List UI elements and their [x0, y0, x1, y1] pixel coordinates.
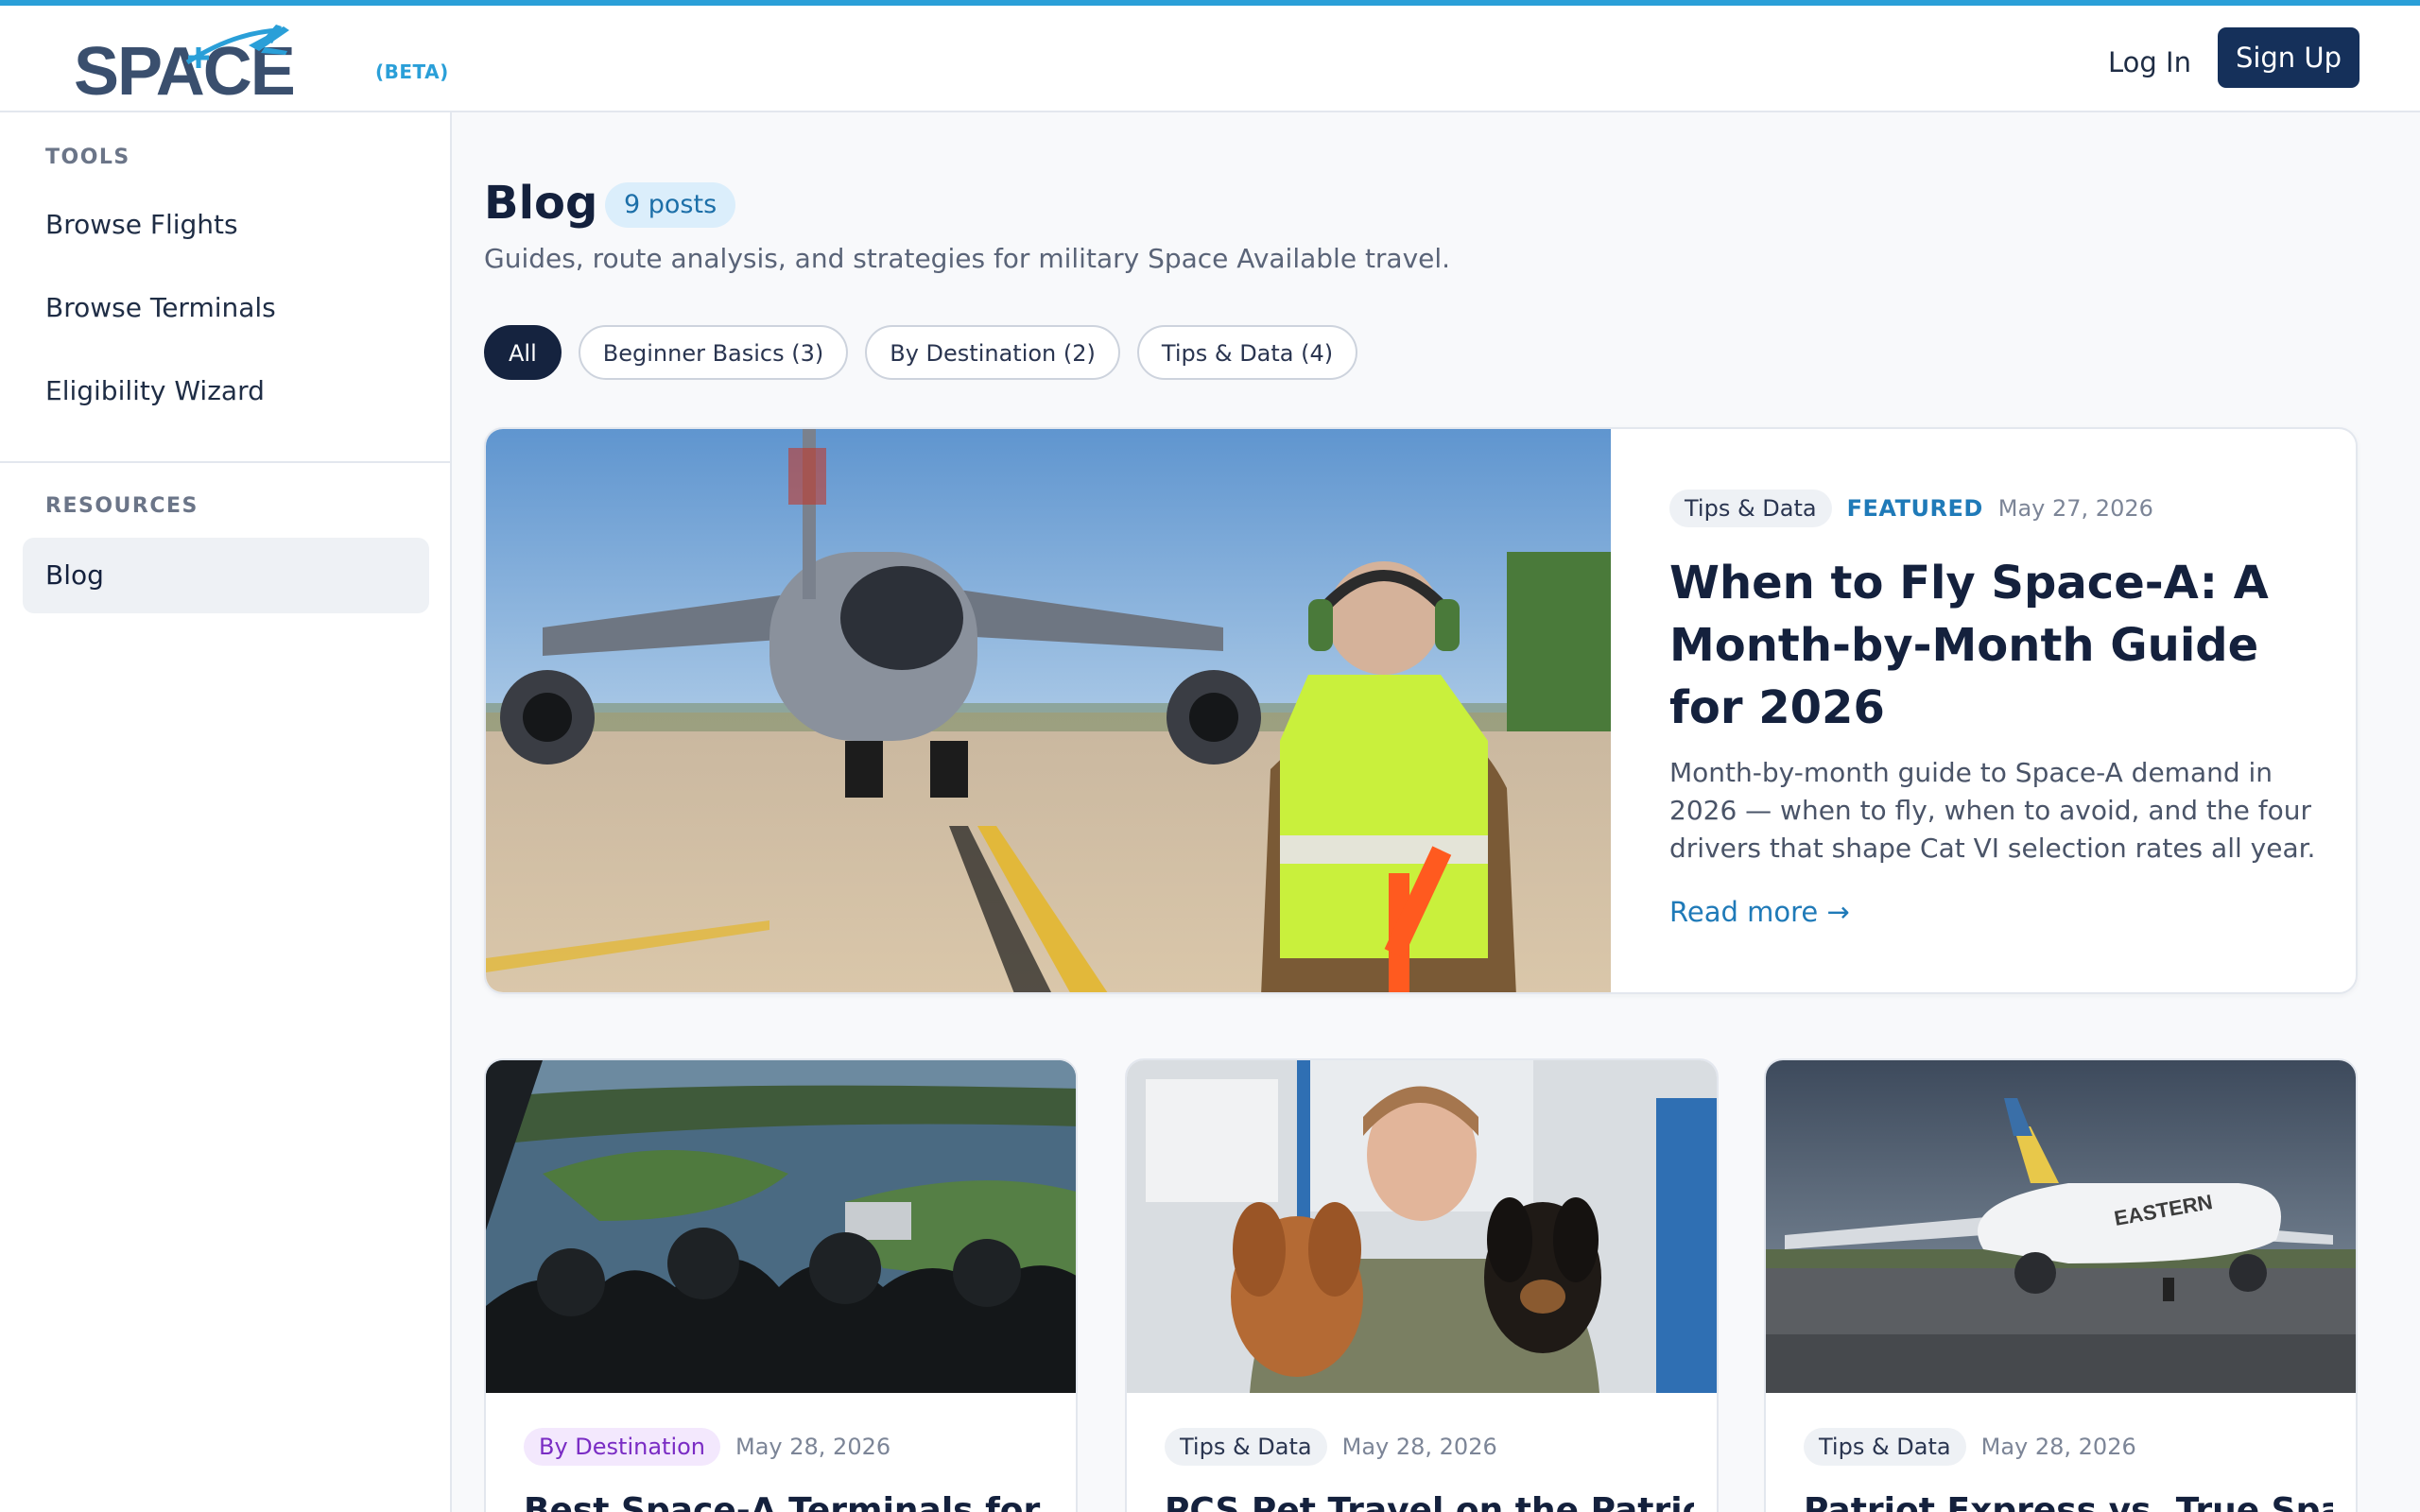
post-card-image[interactable]: EASTERN: [1766, 1060, 2356, 1393]
post-date: May 28, 2026: [1980, 1434, 2136, 1460]
featured-label: FEATURED: [1846, 495, 1983, 522]
post-card-meta: Tips & Data May 28, 2026: [1804, 1428, 2136, 1466]
signup-button[interactable]: Sign Up: [2218, 27, 2360, 88]
read-more-link[interactable]: Read more →: [1669, 896, 1850, 928]
sidebar-item-browse-terminals[interactable]: Browse Terminals: [23, 270, 429, 346]
post-category-tag[interactable]: Tips & Data: [1165, 1428, 1327, 1466]
post-card-image[interactable]: [1127, 1060, 1717, 1393]
featured-meta: Tips & Data FEATURED May 27, 2026: [1669, 490, 2322, 527]
category-filters: All Beginner Basics (3) By Destination (…: [484, 325, 1358, 380]
filter-by-destination[interactable]: By Destination (2): [865, 325, 1120, 380]
post-card[interactable]: By Destination May 28, 2026 Best Space-A…: [484, 1058, 1078, 1512]
sidebar-heading-tools: TOOLS: [45, 146, 130, 169]
filter-tips-data[interactable]: Tips & Data (4): [1136, 325, 1358, 380]
sidebar-item-eligibility-wizard[interactable]: Eligibility Wizard: [23, 353, 429, 429]
beta-badge: (BETA): [375, 60, 449, 83]
post-title[interactable]: Best Space-A Terminals for: [524, 1491, 1053, 1512]
post-card-image[interactable]: [486, 1060, 1076, 1393]
space-a-logo[interactable]: SPACE (BETA): [74, 19, 448, 104]
page-title: Blog: [484, 177, 598, 230]
filter-beginner-basics[interactable]: Beginner Basics (3): [578, 325, 849, 380]
post-date: May 28, 2026: [1341, 1434, 1497, 1460]
sidebar-item-browse-flights[interactable]: Browse Flights: [23, 187, 429, 263]
post-card[interactable]: Tips & Data May 28, 2026 PCS Pet Travel …: [1125, 1058, 1719, 1512]
login-button[interactable]: Log In: [2091, 34, 2208, 91]
sidebar-item-blog[interactable]: Blog: [23, 538, 429, 613]
sidebar-divider: [0, 461, 450, 463]
featured-category-tag[interactable]: Tips & Data: [1669, 490, 1832, 527]
post-title[interactable]: Patriot Express vs. True Space-: [1804, 1491, 2333, 1512]
post-card-meta: By Destination May 28, 2026: [524, 1428, 890, 1466]
filter-all[interactable]: All: [484, 325, 562, 380]
site-header: SPACE (BETA) Log In Sign Up: [0, 6, 2420, 112]
featured-post-card[interactable]: Tips & Data FEATURED May 27, 2026 When t…: [484, 427, 2358, 994]
featured-post-body: Tips & Data FEATURED May 27, 2026 When t…: [1669, 490, 2322, 928]
sidebar: TOOLS Browse Flights Browse Terminals El…: [0, 112, 452, 1512]
featured-title[interactable]: When to Fly Space-A: A Month-by-Month Gu…: [1669, 552, 2322, 739]
post-title[interactable]: PCS Pet Travel on the Patriot: [1165, 1491, 1694, 1512]
featured-date: May 27, 2026: [1997, 495, 2153, 522]
post-category-tag[interactable]: Tips & Data: [1804, 1428, 1966, 1466]
post-card[interactable]: EASTERN Tips & Data May 28, 2026 Patriot…: [1764, 1058, 2358, 1512]
post-count-badge: 9 posts: [605, 182, 736, 228]
post-date: May 28, 2026: [735, 1434, 891, 1460]
post-card-meta: Tips & Data May 28, 2026: [1165, 1428, 1497, 1466]
featured-excerpt: Month-by-month guide to Space-A demand i…: [1669, 757, 2316, 864]
sidebar-heading-resources: RESOURCES: [45, 494, 199, 518]
page-subtitle: Guides, route analysis, and strategies f…: [484, 243, 1451, 274]
main-content: Blog 9 posts Guides, route analysis, and…: [452, 112, 2420, 1512]
featured-post-image[interactable]: [486, 429, 1611, 992]
post-category-tag[interactable]: By Destination: [524, 1428, 721, 1466]
